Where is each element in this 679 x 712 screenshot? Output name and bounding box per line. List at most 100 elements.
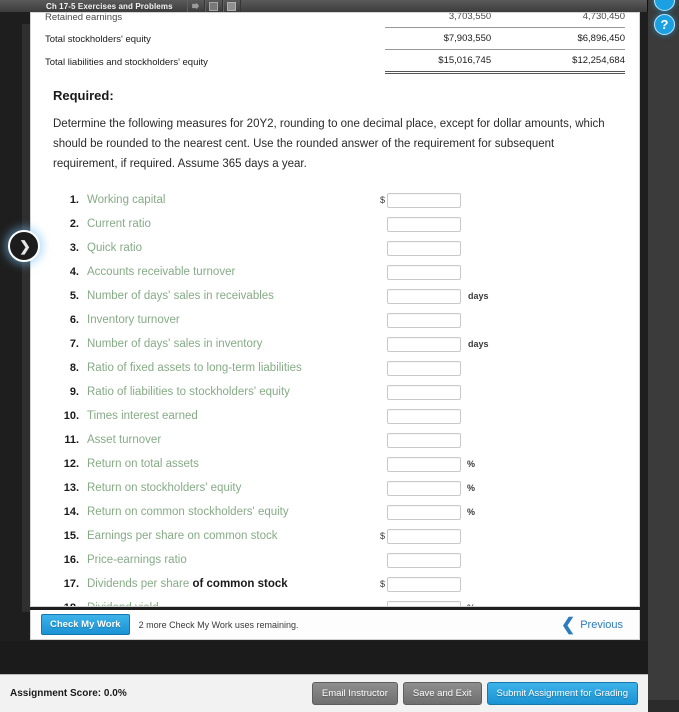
- requirement-label-green: Return on total assets: [87, 458, 199, 470]
- currency-prefix: $: [379, 579, 385, 589]
- requirement-label: Times interest earned: [87, 410, 377, 422]
- requirement-label-green: Ratio of fixed assets to long-term liabi…: [87, 362, 302, 374]
- requirement-row: 10. Times interest earned: [45, 404, 625, 428]
- answer-input[interactable]: [387, 456, 461, 472]
- requirement-label: Current ratio: [87, 218, 377, 230]
- assignment-score: Assignment Score: 0.0%: [10, 688, 127, 699]
- footer-gap: [0, 641, 648, 674]
- answer-input[interactable]: [387, 432, 461, 448]
- answer-input[interactable]: [387, 336, 461, 352]
- requirement-number: 8.: [69, 362, 79, 374]
- requirement-label-green: Dividends per share: [87, 578, 193, 590]
- answer-input[interactable]: [387, 504, 461, 520]
- notes-icon[interactable]: [204, 0, 223, 12]
- row-value-col2: 4,730,450: [491, 13, 625, 28]
- chevron-up-icon[interactable]: [654, 0, 675, 11]
- chevron-left-icon: ❮: [560, 615, 576, 634]
- requirement-label: Inventory turnover: [87, 314, 377, 326]
- answer-input[interactable]: [387, 192, 461, 208]
- requirement-number: 11.: [64, 434, 79, 446]
- requirement-row: 12. Return on total assets%: [45, 452, 625, 476]
- answer-unit: %: [467, 507, 476, 517]
- answer-input[interactable]: [387, 480, 461, 496]
- answer-input[interactable]: [387, 360, 461, 376]
- table-row: Total stockholders' equity $7,903,550 $6…: [45, 27, 625, 50]
- answer-unit: %: [467, 603, 475, 606]
- requirement-row: 13. Return on stockholders' equity%: [45, 476, 625, 500]
- answer-input[interactable]: [387, 240, 461, 256]
- requirement-label: Earnings per share on common stock: [87, 530, 377, 542]
- row-label: Total liabilities and stockholders' equi…: [45, 56, 208, 68]
- answer-input[interactable]: [387, 408, 461, 424]
- requirement-row: 8. Ratio of fixed assets to long-term lia…: [45, 356, 625, 380]
- requirement-label-green: Dividend yield: [87, 602, 159, 606]
- requirement-label: Dividends per share of common stock: [87, 578, 377, 590]
- answer-input[interactable]: [387, 600, 461, 606]
- right-rail: ?: [647, 0, 679, 700]
- answer-input[interactable]: [387, 528, 461, 544]
- requirement-label-green: Number of days' sales in inventory: [87, 338, 263, 350]
- requirement-label-green: Quick ratio: [87, 242, 142, 254]
- requirement-label: Return on stockholders' equity: [87, 482, 377, 494]
- requirement-label: Quick ratio: [87, 242, 377, 254]
- statement-rows: Retained earnings 3,703,550 4,730,450 To…: [45, 13, 625, 74]
- requirement-label-green: Number of days' sales in receivables: [87, 290, 274, 302]
- requirement-label: Dividend yield: [87, 602, 377, 606]
- requirement-label: Accounts receivable turnover: [87, 266, 377, 278]
- flag-icon[interactable]: [186, 0, 205, 12]
- requirement-number: 4.: [69, 266, 79, 278]
- requirement-row: 18.Dividend yield%: [45, 596, 625, 606]
- expand-panel-button[interactable]: ❯: [8, 230, 40, 262]
- row-value-col1: $15,016,745: [385, 49, 492, 74]
- answer-input[interactable]: [387, 264, 461, 280]
- requirement-row: 7. Number of days' sales in inventory days: [45, 332, 625, 356]
- check-my-work-button[interactable]: Check My Work: [41, 614, 130, 635]
- answer-unit: %: [467, 483, 476, 493]
- table-row: Retained earnings 3,703,550 4,730,450: [45, 13, 625, 28]
- requirement-row: 1. Working capital $: [45, 188, 625, 212]
- requirement-row: 9. Ratio of liabilities to stockholders' …: [45, 380, 625, 404]
- answer-input[interactable]: [387, 312, 461, 328]
- calculator-icon[interactable]: [222, 0, 241, 12]
- save-and-exit-button[interactable]: Save and Exit: [402, 682, 482, 705]
- requirement-row: 14. Return on common stockholders' equity…: [45, 500, 625, 524]
- row-value-col2: $6,896,450: [491, 27, 625, 50]
- help-icon[interactable]: ?: [654, 14, 675, 35]
- required-instructions: Determine the following measures for 20Y…: [53, 118, 605, 170]
- requirement-number: 13.: [63, 482, 79, 494]
- page-title: Ch 17-5 Exercises and Problems: [46, 1, 173, 11]
- answer-input[interactable]: [387, 552, 461, 568]
- header-toolbar: [186, 0, 241, 12]
- requirement-number: 17.: [63, 578, 79, 590]
- check-my-work-note: 2 more Check My Work uses remaining.: [138, 619, 299, 630]
- answer-unit: %: [467, 459, 476, 469]
- email-instructor-button[interactable]: Email Instructor: [311, 682, 398, 705]
- check-my-work-bar: Check My Work 2 more Check My Work uses …: [30, 610, 640, 640]
- answer-input[interactable]: [387, 288, 461, 304]
- requirement-label-green: Asset turnover: [87, 434, 162, 446]
- requirement-label-green: Working capital: [87, 194, 166, 206]
- requirement-label: Working capital: [87, 194, 377, 206]
- requirement-row: 3. Quick ratio: [45, 236, 625, 260]
- currency-prefix: $: [379, 195, 385, 205]
- answer-input[interactable]: [387, 384, 461, 400]
- answer-input[interactable]: [387, 576, 461, 592]
- assignment-footer: Assignment Score: 0.0% Email Instructor …: [0, 674, 648, 712]
- answer-unit: days: [468, 339, 489, 349]
- requirement-number: 2.: [69, 218, 79, 230]
- row-value-col2: $12,254,684: [491, 49, 625, 74]
- previous-button[interactable]: ❮ Previous: [561, 616, 629, 633]
- requirement-row: 6. Inventory turnover: [45, 308, 625, 332]
- requirement-label: Number of days' sales in inventory: [87, 338, 377, 350]
- requirement-label-green: Earnings per share on common stock: [87, 530, 278, 542]
- answer-unit: days: [468, 291, 489, 301]
- requirement-label: Price-earnings ratio: [87, 554, 377, 566]
- requirement-label-green: Ratio of liabilities to stockholders' eq…: [87, 386, 290, 398]
- answer-input[interactable]: [387, 216, 461, 232]
- submit-assignment-button[interactable]: Submit Assignment for Grading: [486, 682, 638, 705]
- required-heading: Required:: [53, 88, 114, 103]
- requirement-label-green: Return on common stockholders' equity: [87, 506, 289, 518]
- requirement-label-green: Accounts receivable turnover: [87, 266, 236, 278]
- requirement-label-green: Current ratio: [87, 218, 151, 230]
- requirement-label: Return on common stockholders' equity: [87, 506, 377, 518]
